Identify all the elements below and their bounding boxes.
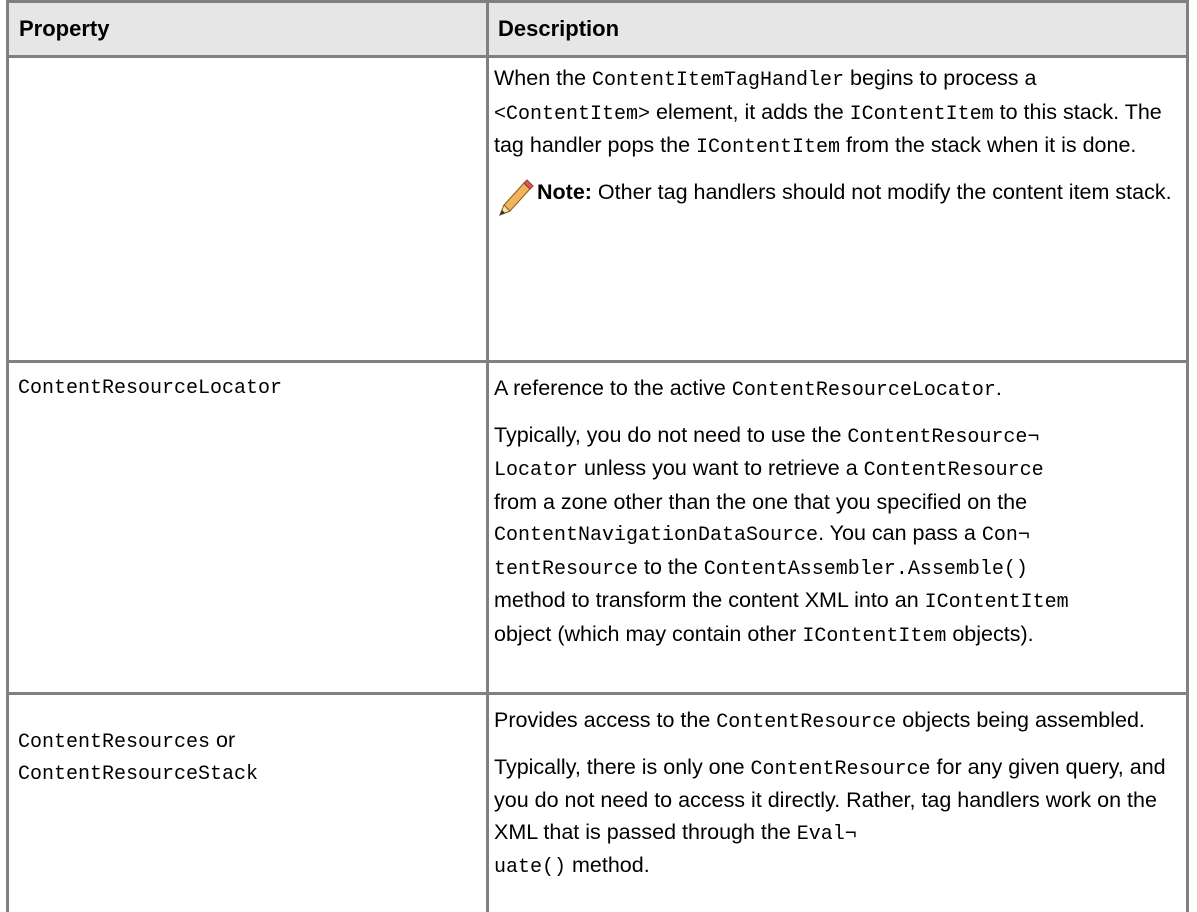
header-description: Description [498,16,620,41]
column-divider [486,0,489,912]
row1-description: When the ContentItemTagHandler begins to… [494,63,1184,216]
note-label: Note: [537,179,592,204]
row2-description: A reference to the active ContentResourc… [494,376,1069,648]
property-content-resources: ContentResources or ContentResourceStack [18,728,259,786]
header-property: Property [19,16,110,41]
row-divider [9,692,1186,695]
row3-description: Provides access to the ContentResource o… [494,708,1166,879]
note-block: Note: Other tag handlers should not modi… [494,177,1184,216]
code-content-item-tag-handler: ContentItemTagHandler [592,69,845,92]
note-text: Other tag handlers should not modify the… [591,179,1172,204]
property-content-resource-locator: ContentResourceLocator [18,377,283,400]
row-divider [9,360,1186,363]
pencil-icon [499,178,534,216]
property-table: Property Description When the ContentIte… [6,0,1189,912]
table-header-row: Property Description [9,0,1186,58]
code-content-item-element: <ContentItem> [494,102,651,126]
